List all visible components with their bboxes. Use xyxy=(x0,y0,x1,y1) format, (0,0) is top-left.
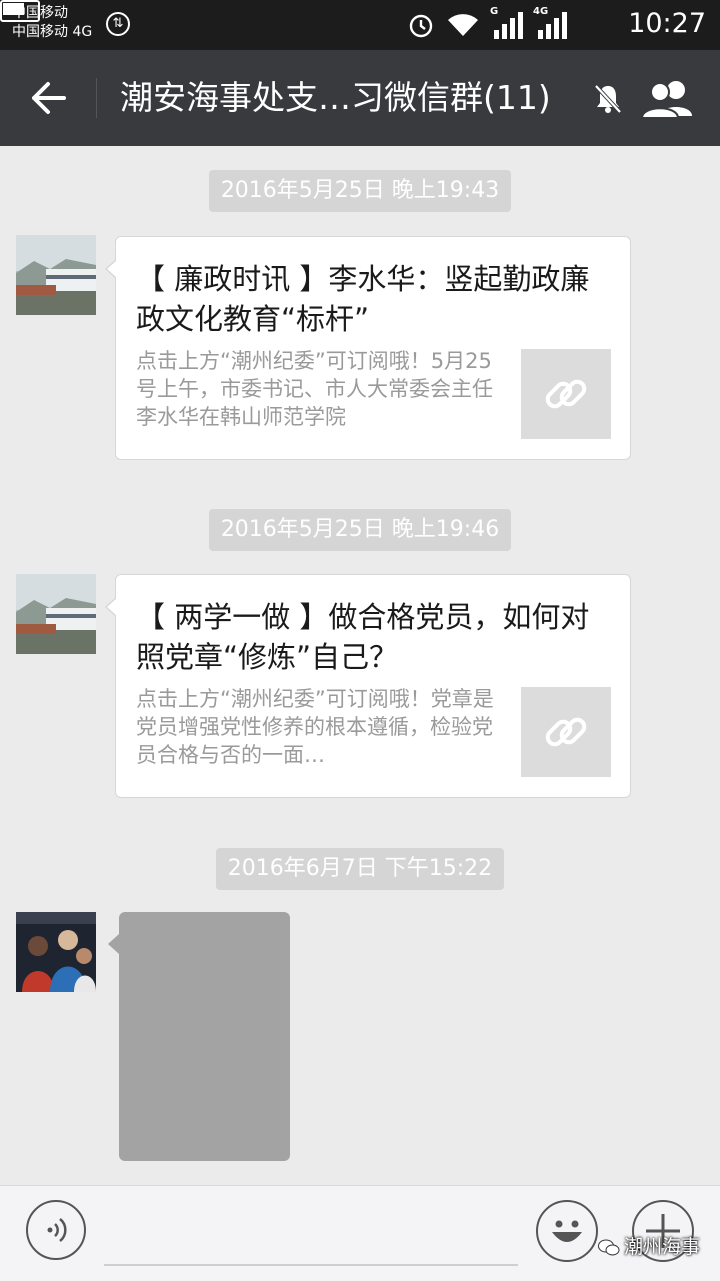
timestamp: 2016年6月7日 下午15:22 xyxy=(216,848,504,890)
chat-title: 潮安海事处支…习微信群(11) xyxy=(120,78,551,117)
timestamp: 2016年5月25日 晚上19:43 xyxy=(209,170,511,212)
group-members-icon[interactable] xyxy=(640,78,696,118)
carrier-2: 中国移动 4G xyxy=(12,24,93,40)
watermark: 潮州海事 xyxy=(598,1232,700,1262)
link-card-description: 点击上方“潮州纪委”可订阅哦！5月25号上午，市委书记、市人大常委会主任李水华在… xyxy=(136,349,493,429)
voice-icon xyxy=(47,1218,67,1242)
timestamp: 2016年5月25日 晚上19:46 xyxy=(209,509,511,551)
link-thumbnail xyxy=(521,687,611,777)
voice-button[interactable] xyxy=(26,1200,86,1260)
avatar[interactable] xyxy=(16,912,96,992)
carrier-info: 中国移动 中国移动 4G xyxy=(12,4,92,42)
watermark-text: 潮州海事 xyxy=(624,1236,701,1258)
link-card-title: 【 廉政时讯 】李水华：竖起勤政廉政文化教育“标杆” xyxy=(136,262,590,336)
arrow-left-icon[interactable] xyxy=(28,80,68,116)
signal-icon-2 xyxy=(538,12,567,39)
carrier-1: 中国移动 xyxy=(12,5,68,21)
link-thumbnail xyxy=(521,349,611,439)
chat-header: 潮安海事处支…习微信群(11) xyxy=(0,50,720,146)
avatar[interactable] xyxy=(16,574,96,654)
link-icon xyxy=(545,717,587,747)
image-message[interactable] xyxy=(108,912,290,1161)
avatar[interactable] xyxy=(16,235,96,315)
wifi-icon xyxy=(448,14,478,36)
link-card-description: 点击上方“潮州纪委”可订阅哦！党章是党员增强党性修养的根本遵循，检验党员合格与否… xyxy=(136,687,494,767)
link-card[interactable]: 【 两学一做 】做合格党员，如何对照党章“修炼”自己？ 点击上方“潮州纪委”可订… xyxy=(105,574,631,798)
header-divider xyxy=(96,78,97,118)
bell-off-icon xyxy=(594,84,622,114)
data-sync-icon: ⇅ xyxy=(106,12,130,36)
status-bar: 中国移动 中国移动 4G ⇅ G 4G 10:27 xyxy=(0,0,720,50)
link-icon xyxy=(545,379,587,409)
emoji-icon xyxy=(552,1220,582,1242)
signal-icon-1 xyxy=(494,12,523,39)
text-input[interactable] xyxy=(104,1264,518,1266)
emoji-button[interactable] xyxy=(536,1200,598,1262)
link-card-title: 【 两学一做 】做合格党员，如何对照党章“修炼”自己？ xyxy=(136,600,590,674)
battery-level xyxy=(3,3,24,15)
clock: 10:27 xyxy=(628,8,706,39)
alarm-icon xyxy=(409,14,433,38)
link-card[interactable]: 【 廉政时讯 】李水华：竖起勤政廉政文化教育“标杆” 点击上方“潮州纪委”可订阅… xyxy=(105,236,631,460)
wechat-icon xyxy=(598,1239,620,1255)
